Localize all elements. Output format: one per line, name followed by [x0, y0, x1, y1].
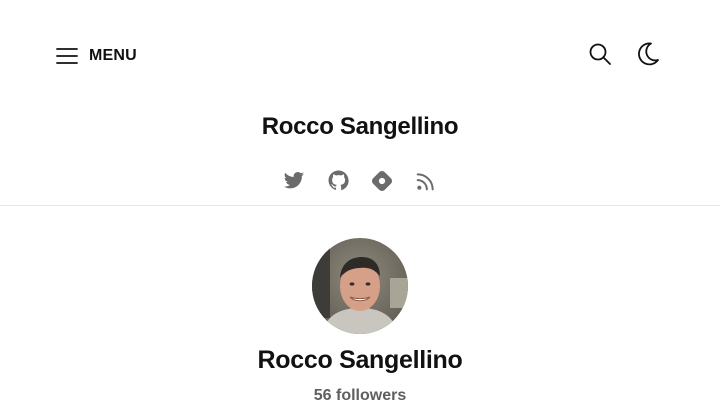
site-header: MENU Rocco Sangellino: [0, 0, 720, 140]
twitter-icon: [283, 171, 305, 196]
github-link[interactable]: [327, 170, 349, 196]
search-icon: [588, 42, 612, 71]
rss-link[interactable]: [415, 170, 437, 196]
moon-icon: [636, 41, 660, 72]
hashnode-link[interactable]: [371, 170, 393, 196]
menu-icon: [55, 46, 79, 66]
social-links: [0, 170, 720, 196]
site-title[interactable]: Rocco Sangellino: [0, 113, 720, 141]
menu-label: MENU: [89, 47, 137, 64]
hashnode-icon: [371, 170, 393, 197]
followers-count[interactable]: 56 followers: [0, 387, 720, 405]
github-icon: [328, 170, 349, 196]
search-button[interactable]: [586, 42, 614, 70]
menu-button[interactable]: MENU: [55, 42, 137, 70]
theme-toggle-button[interactable]: [634, 42, 662, 70]
header-divider: [0, 205, 720, 206]
rss-icon: [416, 171, 436, 196]
profile-name: Rocco Sangellino: [257, 346, 463, 374]
avatar[interactable]: [312, 238, 408, 334]
twitter-link[interactable]: [283, 170, 305, 196]
